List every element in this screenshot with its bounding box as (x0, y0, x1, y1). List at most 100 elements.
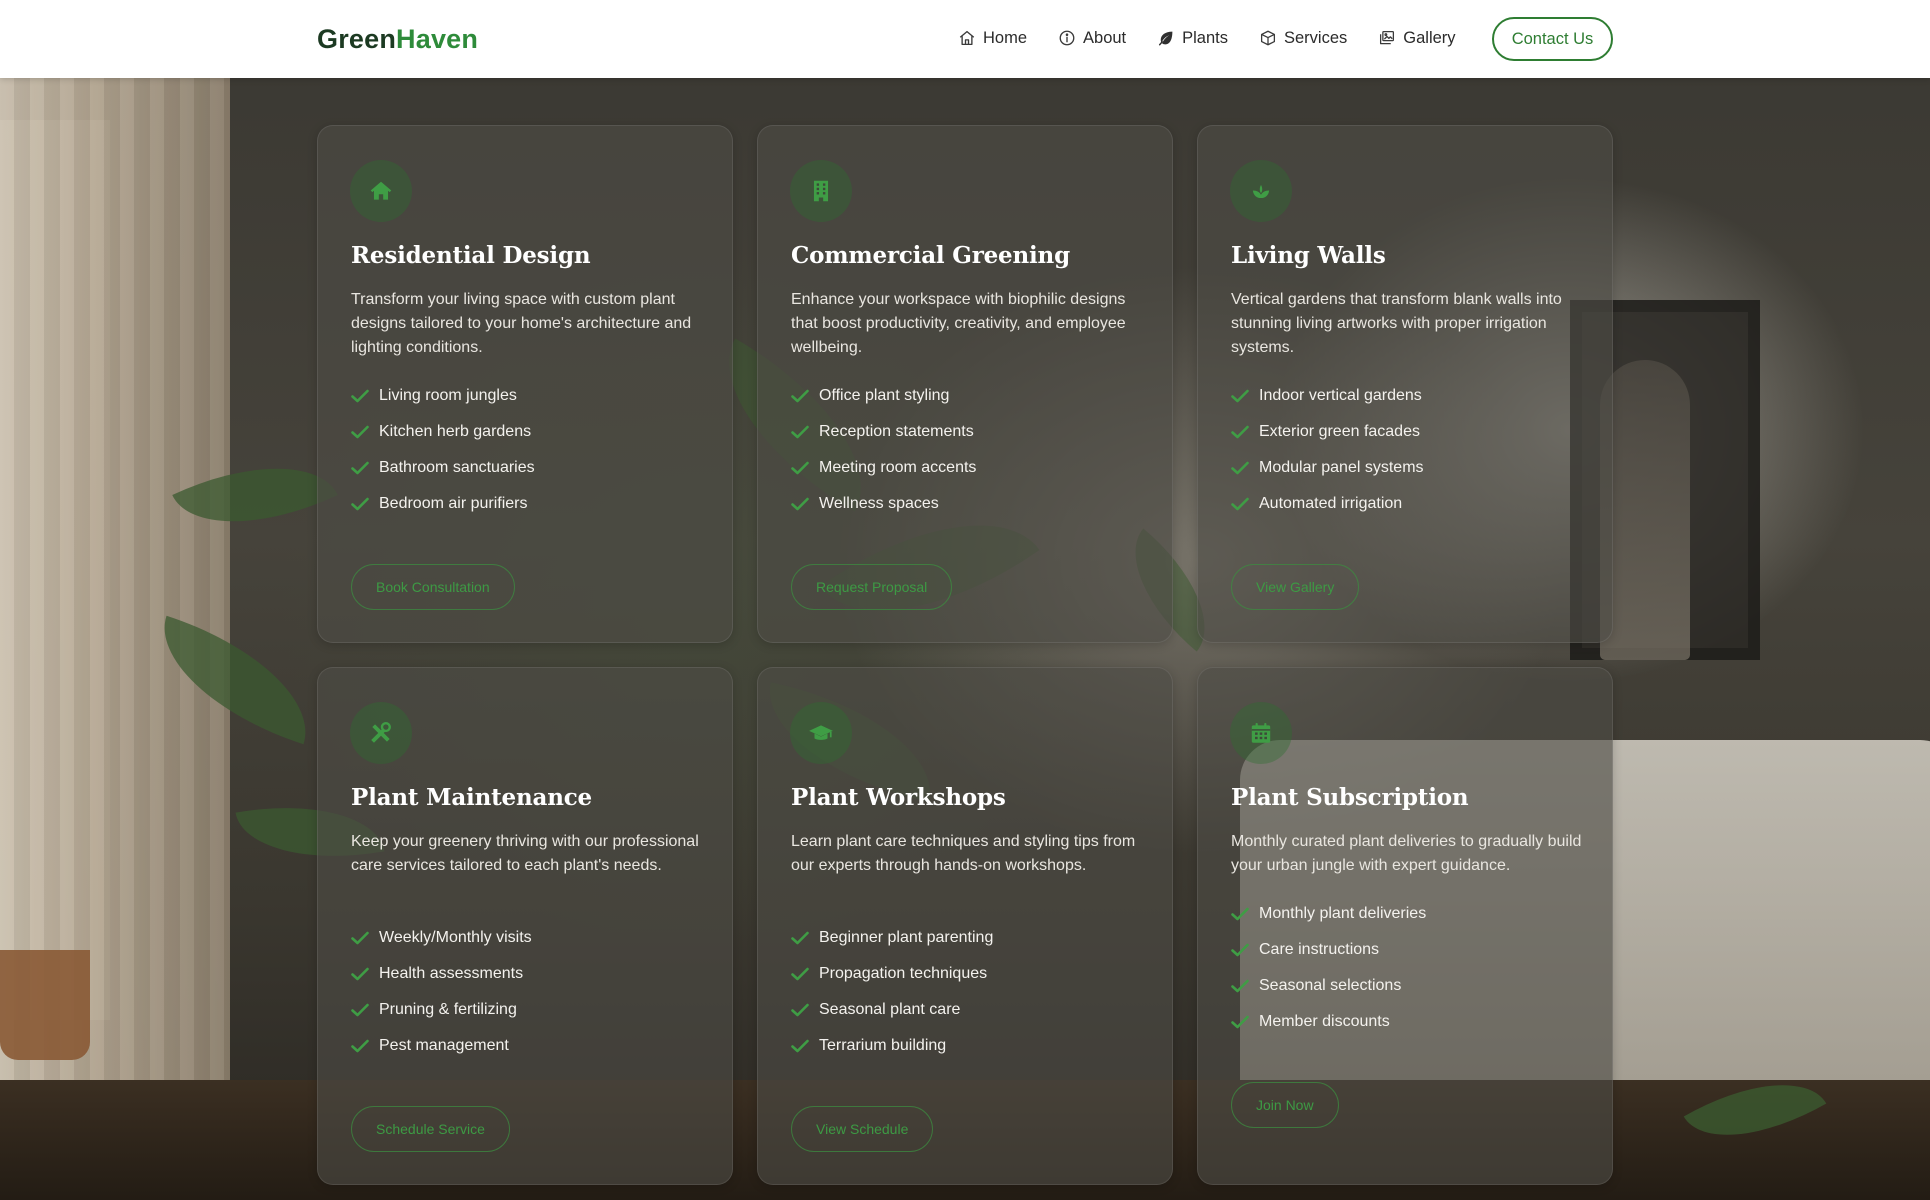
service-feature: Modular panel systems (1231, 450, 1591, 486)
service-feature-label: Modular panel systems (1259, 459, 1424, 476)
check-icon (1231, 461, 1249, 475)
service-feature: Exterior green facades (1231, 414, 1591, 450)
service-feature: Health assessments (351, 956, 711, 992)
service-feature: Pest management (351, 1028, 711, 1064)
nav-item-home[interactable]: Home (958, 24, 1027, 52)
service-feature: Indoor vertical gardens (1231, 378, 1591, 414)
service-feature-label: Office plant styling (819, 387, 950, 404)
service-card-description: Monthly curated plant deliveries to grad… (1231, 833, 1582, 874)
service-feature: Wellness spaces (791, 486, 1151, 522)
house-icon (350, 160, 412, 222)
brand-name-first: Green (317, 24, 397, 54)
service-card-description: Learn plant care techniques and styling … (791, 833, 1136, 874)
check-icon (791, 497, 809, 511)
request-proposal-button[interactable]: Request Proposal (791, 564, 953, 610)
service-feature: Beginner plant parenting (791, 920, 1151, 956)
service-feature-label: Beginner plant parenting (819, 929, 994, 946)
check-icon (351, 497, 369, 511)
join-now-button[interactable]: Join Now (1231, 1082, 1339, 1128)
service-feature: Propagation techniques (791, 956, 1151, 992)
service-feature: Kitchen herb gardens (351, 414, 711, 450)
check-icon (1231, 389, 1249, 403)
service-feature: Bedroom air purifiers (351, 486, 711, 522)
service-card-title: Residential Design (351, 242, 591, 269)
service-feature: Terrarium building (791, 1028, 1151, 1064)
nav-item-label: Gallery (1403, 28, 1456, 47)
service-feature-list: Beginner plant parenting Propagation tec… (791, 920, 1151, 1064)
check-icon (351, 931, 369, 945)
service-feature-label: Bathroom sanctuaries (379, 459, 535, 476)
service-feature-label: Automated irrigation (1259, 495, 1403, 512)
check-icon (351, 461, 369, 475)
check-icon (351, 967, 369, 981)
main-nav: Home About Plants Services Gallery (958, 24, 1487, 52)
service-feature-label: Weekly/Monthly visits (379, 929, 532, 946)
building-icon (790, 160, 852, 222)
box-icon (1259, 29, 1277, 47)
service-feature-label: Reception statements (819, 423, 974, 440)
service-feature-list: Office plant styling Reception statement… (791, 378, 1151, 522)
info-icon (1058, 29, 1076, 47)
nav-item-label: About (1083, 28, 1127, 47)
service-feature: Bathroom sanctuaries (351, 450, 711, 486)
service-card-living-walls: Living Walls Vertical gardens that trans… (1197, 125, 1613, 643)
nav-item-plants[interactable]: Plants (1157, 24, 1228, 52)
service-feature: Reception statements (791, 414, 1151, 450)
service-card-residential-design: Residential Design Transform your living… (317, 125, 733, 643)
check-icon (791, 461, 809, 475)
service-card-title: Commercial Greening (791, 242, 1070, 269)
service-feature: Living room jungles (351, 378, 711, 414)
service-feature-label: Seasonal selections (1259, 977, 1402, 994)
service-feature-list: Living room jungles Kitchen herb gardens… (351, 378, 711, 522)
check-icon (791, 425, 809, 439)
seedling-icon (1230, 160, 1292, 222)
tools-icon (350, 702, 412, 764)
service-card-description: Vertical gardens that transform blank wa… (1231, 291, 1562, 356)
service-feature: Member discounts (1231, 1004, 1591, 1040)
service-card-title: Plant Workshops (791, 784, 1006, 811)
service-feature: Automated irrigation (1231, 486, 1591, 522)
service-feature-list: Monthly plant deliveries Care instructio… (1231, 896, 1591, 1040)
service-feature-label: Pest management (379, 1037, 509, 1054)
service-card-description: Enhance your workspace with biophilic de… (791, 291, 1126, 356)
service-card-title: Plant Maintenance (351, 784, 592, 811)
service-feature: Meeting room accents (791, 450, 1151, 486)
check-icon (791, 931, 809, 945)
book-consultation-button[interactable]: Book Consultation (351, 564, 515, 610)
check-icon (791, 967, 809, 981)
services-grid: Residential Design Transform your living… (0, 0, 1930, 1200)
service-card-commercial-greening: Commercial Greening Enhance your workspa… (757, 125, 1173, 643)
service-feature-list: Weekly/Monthly visits Health assessments… (351, 920, 711, 1064)
site-header: GreenHaven Home About Plants Services Ga… (0, 0, 1930, 78)
service-feature-label: Member discounts (1259, 1013, 1390, 1030)
service-feature-label: Health assessments (379, 965, 524, 982)
service-feature-label: Seasonal plant care (819, 1001, 961, 1018)
service-feature: Office plant styling (791, 378, 1151, 414)
check-icon (1231, 907, 1249, 921)
service-feature-label: Kitchen herb gardens (379, 423, 532, 440)
service-feature: Weekly/Monthly visits (351, 920, 711, 956)
view-gallery-button[interactable]: View Gallery (1231, 564, 1360, 610)
check-icon (351, 389, 369, 403)
service-card-plant-subscription: Plant Subscription Monthly curated plant… (1197, 667, 1613, 1185)
nav-item-gallery[interactable]: Gallery (1378, 24, 1456, 52)
check-icon (791, 1039, 809, 1053)
brand-name-second: Haven (396, 24, 479, 54)
images-icon (1378, 29, 1396, 47)
service-feature-label: Living room jungles (379, 387, 517, 404)
check-icon (1231, 497, 1249, 511)
nav-item-services[interactable]: Services (1259, 24, 1347, 52)
check-icon (351, 425, 369, 439)
leaf-icon (1157, 29, 1175, 47)
service-feature-list: Indoor vertical gardens Exterior green f… (1231, 378, 1591, 522)
brand-logo[interactable]: GreenHaven (317, 20, 478, 58)
nav-item-about[interactable]: About (1058, 24, 1126, 52)
schedule-service-button[interactable]: Schedule Service (351, 1106, 510, 1152)
nav-item-label: Home (983, 28, 1028, 47)
contact-us-button[interactable]: Contact Us (1492, 17, 1613, 61)
view-schedule-button[interactable]: View Schedule (791, 1106, 934, 1152)
service-feature: Seasonal selections (1231, 968, 1591, 1004)
service-feature-label: Propagation techniques (819, 965, 988, 982)
graduation-cap-icon (790, 702, 852, 764)
service-card-description: Keep your greenery thriving with our pro… (351, 833, 699, 874)
